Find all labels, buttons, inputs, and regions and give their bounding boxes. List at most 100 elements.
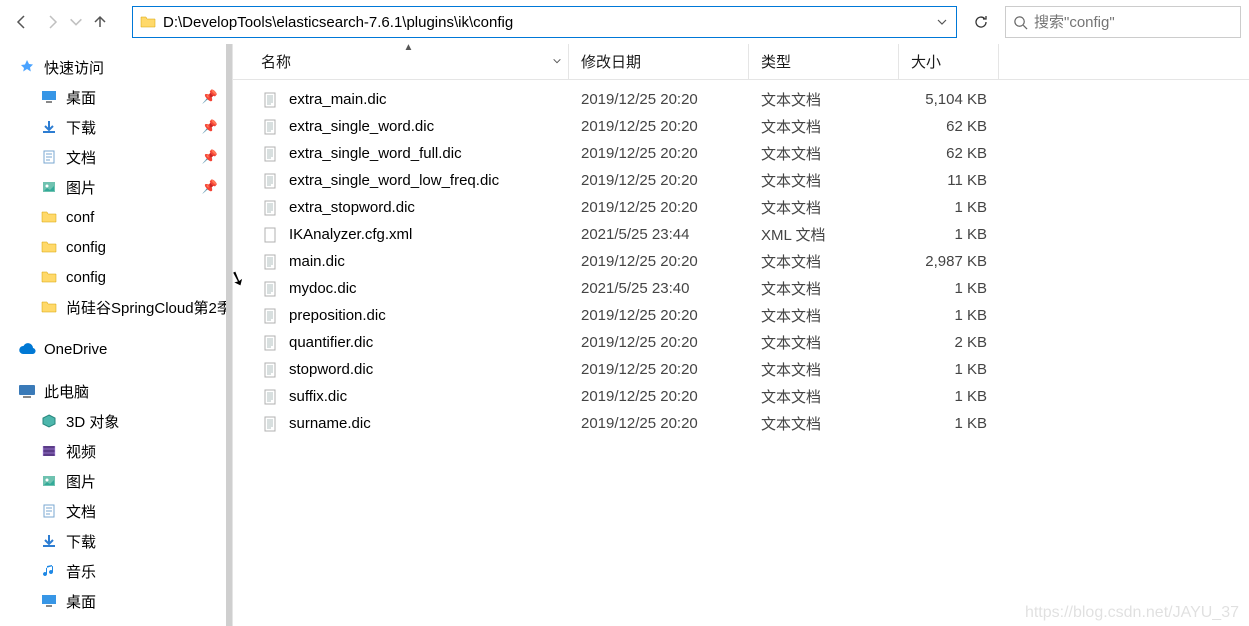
file-row[interactable]: stopword.dic2019/12/25 20:20文本文档1 KB <box>249 356 1249 383</box>
file-size: 1 KB <box>899 307 999 324</box>
cloud-icon <box>18 340 36 358</box>
sidebar-item-4[interactable]: conf <box>0 202 232 232</box>
pc-item-label: 文档 <box>66 501 96 522</box>
folder-icon <box>40 238 58 256</box>
file-row[interactable]: extra_single_word_full.dic2019/12/25 20:… <box>249 140 1249 167</box>
documents-icon <box>40 502 58 520</box>
column-headers: ▲ 名称 修改日期 类型 大小 <box>233 44 1249 80</box>
file-type: 文本文档 <box>749 143 899 164</box>
toolbar: D:\DevelopTools\elasticsearch-7.6.1\plug… <box>0 0 1249 44</box>
file-size: 1 KB <box>899 415 999 432</box>
file-row[interactable]: main.dic2019/12/25 20:20文本文档2,987 KB <box>249 248 1249 275</box>
file-row[interactable]: extra_stopword.dic2019/12/25 20:20文本文档1 … <box>249 194 1249 221</box>
file-row[interactable]: suffix.dic2019/12/25 20:20文本文档1 KB <box>249 383 1249 410</box>
pc-item-label: 下载 <box>66 531 96 552</box>
file-name: quantifier.dic <box>289 334 373 351</box>
sidebar-item-label: 图片 <box>66 177 96 198</box>
nav-buttons <box>8 8 114 36</box>
file-date: 2019/12/25 20:20 <box>569 415 749 432</box>
file-list: extra_main.dic2019/12/25 20:20文本文档5,104 … <box>233 80 1249 437</box>
pc-item-4[interactable]: 下载 <box>0 526 232 556</box>
file-type: 文本文档 <box>749 305 899 326</box>
file-size: 1 KB <box>899 226 999 243</box>
file-type: 文本文档 <box>749 413 899 434</box>
file-row[interactable]: quantifier.dic2019/12/25 20:20文本文档2 KB <box>249 329 1249 356</box>
file-row[interactable]: extra_main.dic2019/12/25 20:20文本文档5,104 … <box>249 86 1249 113</box>
sidebar-item-label: 桌面 <box>66 87 96 108</box>
chevron-down-icon[interactable] <box>928 16 956 28</box>
sort-asc-icon: ▲ <box>404 42 414 53</box>
sidebar-item-3[interactable]: 图片 📌 <box>0 172 232 202</box>
pc-item-label: 视频 <box>66 441 96 462</box>
pc-item-2[interactable]: 图片 <box>0 466 232 496</box>
file-name: surname.dic <box>289 415 371 432</box>
this-pc[interactable]: 此电脑 <box>0 376 232 406</box>
file-date: 2021/5/25 23:40 <box>569 280 749 297</box>
documents-icon <box>40 148 58 166</box>
sidebar-item-0[interactable]: 桌面📌 <box>0 82 232 112</box>
splitter[interactable] <box>226 44 232 626</box>
sidebar-item-1[interactable]: 下载📌 <box>0 112 232 142</box>
address-bar[interactable]: D:\DevelopTools\elasticsearch-7.6.1\plug… <box>132 6 957 38</box>
col-type-label: 类型 <box>761 51 791 72</box>
file-size: 1 KB <box>899 388 999 405</box>
folder-icon <box>40 208 58 226</box>
pc-item-1[interactable]: 视频 <box>0 436 232 466</box>
file-icon <box>261 226 279 244</box>
forward-button[interactable] <box>38 8 66 36</box>
sidebar-item-label: config <box>66 239 106 256</box>
file-date: 2019/12/25 20:20 <box>569 361 749 378</box>
onedrive-label: OneDrive <box>44 341 107 358</box>
pc-item-label: 3D 对象 <box>66 411 119 432</box>
up-button[interactable] <box>86 8 114 36</box>
desktop-icon <box>40 592 58 610</box>
file-size: 11 KB <box>899 172 999 189</box>
folder-icon <box>40 298 58 316</box>
file-icon <box>261 415 279 433</box>
file-type: 文本文档 <box>749 170 899 191</box>
file-row[interactable]: preposition.dic2019/12/25 20:20文本文档1 KB <box>249 302 1249 329</box>
file-date: 2019/12/25 20:20 <box>569 91 749 108</box>
file-icon <box>261 307 279 325</box>
quick-access[interactable]: 快速访问 <box>0 52 232 82</box>
music-icon <box>40 562 58 580</box>
col-date[interactable]: 修改日期 <box>569 44 749 79</box>
search-input[interactable] <box>1034 14 1240 31</box>
file-date: 2019/12/25 20:20 <box>569 334 749 351</box>
sidebar-item-label: 下载 <box>66 117 96 138</box>
pc-item-5[interactable]: 音乐 <box>0 556 232 586</box>
refresh-button[interactable] <box>961 6 1001 38</box>
file-icon <box>261 145 279 163</box>
sidebar-item-6[interactable]: config <box>0 262 232 292</box>
pc-item-0[interactable]: 3D 对象 <box>0 406 232 436</box>
pin-icon: 📌 <box>202 179 218 195</box>
file-row[interactable]: extra_single_word_low_freq.dic2019/12/25… <box>249 167 1249 194</box>
chevron-down-icon[interactable] <box>552 53 562 70</box>
pc-item-3[interactable]: 文档 <box>0 496 232 526</box>
sidebar-item-5[interactable]: config <box>0 232 232 262</box>
file-type: 文本文档 <box>749 251 899 272</box>
file-date: 2021/5/25 23:44 <box>569 226 749 243</box>
sidebar-item-7[interactable]: 尚硅谷SpringCloud第2季 <box>0 292 232 322</box>
file-type: XML 文档 <box>749 224 899 245</box>
file-name: preposition.dic <box>289 307 386 324</box>
file-row[interactable]: IKAnalyzer.cfg.xml2021/5/25 23:44XML 文档1… <box>249 221 1249 248</box>
file-date: 2019/12/25 20:20 <box>569 199 749 216</box>
col-size[interactable]: 大小 <box>899 44 999 79</box>
file-icon <box>261 388 279 406</box>
file-name: main.dic <box>289 253 345 270</box>
col-type[interactable]: 类型 <box>749 44 899 79</box>
file-date: 2019/12/25 20:20 <box>569 172 749 189</box>
file-row[interactable]: extra_single_word.dic2019/12/25 20:20文本文… <box>249 113 1249 140</box>
file-row[interactable]: surname.dic 2019/12/25 20:20文本文档1 KB <box>249 410 1249 437</box>
onedrive[interactable]: OneDrive <box>0 334 232 364</box>
pc-item-label: 图片 <box>66 471 96 492</box>
file-row[interactable]: mydoc.dic2021/5/25 23:40文本文档1 KB <box>249 275 1249 302</box>
search-box[interactable] <box>1005 6 1241 38</box>
pc-item-6[interactable]: 桌面 <box>0 586 232 616</box>
col-name[interactable]: ▲ 名称 <box>249 44 569 79</box>
file-size: 1 KB <box>899 361 999 378</box>
recent-dropdown-icon[interactable] <box>68 8 84 36</box>
sidebar-item-2[interactable]: 文档📌 <box>0 142 232 172</box>
back-button[interactable] <box>8 8 36 36</box>
